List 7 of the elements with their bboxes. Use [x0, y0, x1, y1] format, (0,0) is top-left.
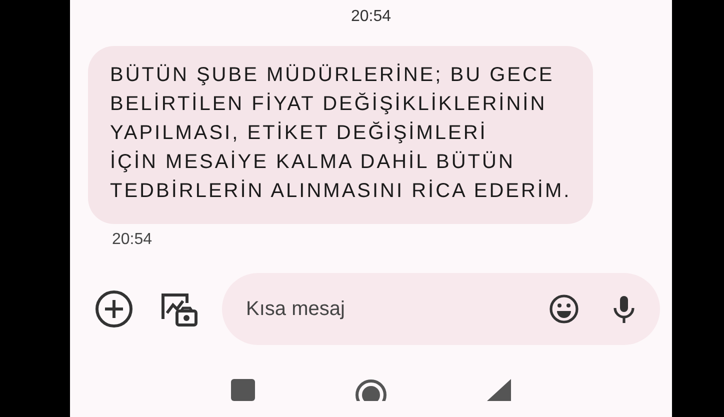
add-icon[interactable]	[94, 289, 134, 329]
message-bubble: BÜTÜN ŞUBE MÜDÜRLERİNE; BU GECE BELİRTİLEN FİYAT DEĞİŞİKLİKLERİNİN YAPILMASI, ETİKET DEĞİŞİMLERİ İÇİN MESAİYE KALMA DAHİL BÜTÜN TEDBİRLERİN ALINMASINI RİCA EDERİM.	[88, 46, 594, 224]
message-input-field[interactable]: Kısa mesaj	[246, 298, 520, 320]
home-icon[interactable]	[355, 379, 387, 401]
message-time: 20:54	[112, 231, 152, 249]
timestamp: 20:54	[350, 8, 392, 26]
emoji-icon[interactable]	[548, 293, 580, 325]
